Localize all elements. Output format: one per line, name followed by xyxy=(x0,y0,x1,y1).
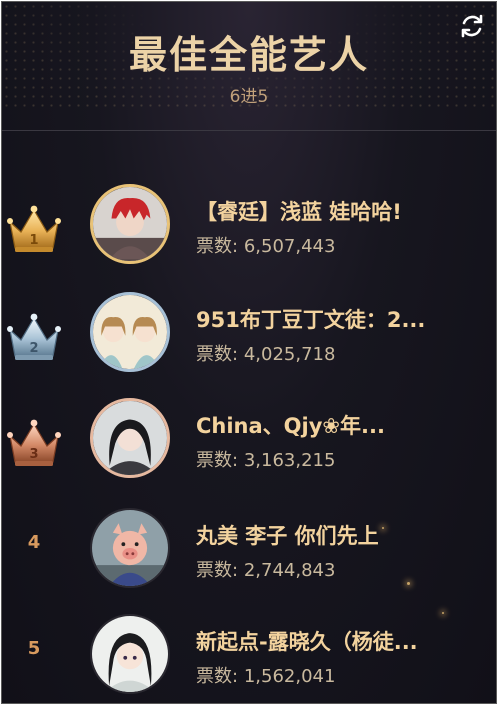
silver-crown-icon: 2 xyxy=(5,310,63,364)
artist-name: China、Qjy❀年... xyxy=(196,414,385,438)
ranking-row-5[interactable]: 5 新起点-露晓久（杨徒... 票数: 1,562,041 xyxy=(2,610,496,703)
rank-number: 1 xyxy=(29,233,38,248)
vote-count: 票数: 6,507,443 xyxy=(196,232,335,258)
avatar[interactable] xyxy=(90,184,170,264)
votes-label: 票数: xyxy=(196,344,239,365)
votes-value: 3,163,215 xyxy=(243,450,336,471)
votes-label: 票数: xyxy=(196,666,239,687)
gold-crown-icon: 1 xyxy=(5,202,63,256)
refresh-icon[interactable] xyxy=(458,12,486,40)
vote-count: 票数: 1,562,041 xyxy=(196,662,335,688)
votes-label: 票数: xyxy=(196,450,239,471)
header-divider xyxy=(2,130,496,131)
votes-label: 票数: xyxy=(196,560,239,581)
ranking-row-1[interactable]: 1 【睿廷】浅蓝 娃哈哈! 票数: 6,507,443 xyxy=(2,180,496,280)
avatar[interactable] xyxy=(90,398,170,478)
avatar[interactable] xyxy=(90,614,170,694)
rank-number: 2 xyxy=(29,341,38,356)
rank-number: 3 xyxy=(29,447,38,462)
votes-value: 6,507,443 xyxy=(243,236,336,257)
rank-number: 4 xyxy=(27,532,41,553)
votes-label: 票数: xyxy=(196,236,239,257)
ranking-panel: 最佳全能艺人 6进5 1 【睿廷】浅蓝 娃哈哈! 票数: 6,507,443 2… xyxy=(1,1,497,704)
round-subtitle: 6进5 xyxy=(229,87,269,107)
ranking-row-3[interactable]: 3 China、Qjy❀年... 票数: 3,163,215 xyxy=(2,394,496,494)
avatar[interactable] xyxy=(90,292,170,372)
artist-name: 【睿廷】浅蓝 娃哈哈! xyxy=(196,200,402,224)
vote-count: 票数: 2,744,843 xyxy=(196,556,335,582)
vote-count: 票数: 3,163,215 xyxy=(196,446,335,472)
votes-value: 1,562,041 xyxy=(243,666,336,687)
avatar[interactable] xyxy=(90,508,170,588)
rank-number: 5 xyxy=(27,638,41,659)
vote-count: 票数: 4,025,718 xyxy=(196,340,335,366)
ranking-row-4[interactable]: 4 丸美 李子 你们先上 票数: 2,744,843 xyxy=(2,504,496,604)
bronze-crown-icon: 3 xyxy=(5,416,63,470)
votes-value: 2,744,843 xyxy=(243,560,336,581)
ranking-row-2[interactable]: 2 951布丁豆丁文徒：2... 票数: 4,025,718 xyxy=(2,288,496,388)
artist-name: 新起点-露晓久（杨徒... xyxy=(196,630,418,654)
votes-value: 4,025,718 xyxy=(243,344,336,365)
artist-name: 951布丁豆丁文徒：2... xyxy=(196,308,426,332)
page-title: 最佳全能艺人 xyxy=(128,33,369,77)
artist-name: 丸美 李子 你们先上 xyxy=(196,524,379,548)
